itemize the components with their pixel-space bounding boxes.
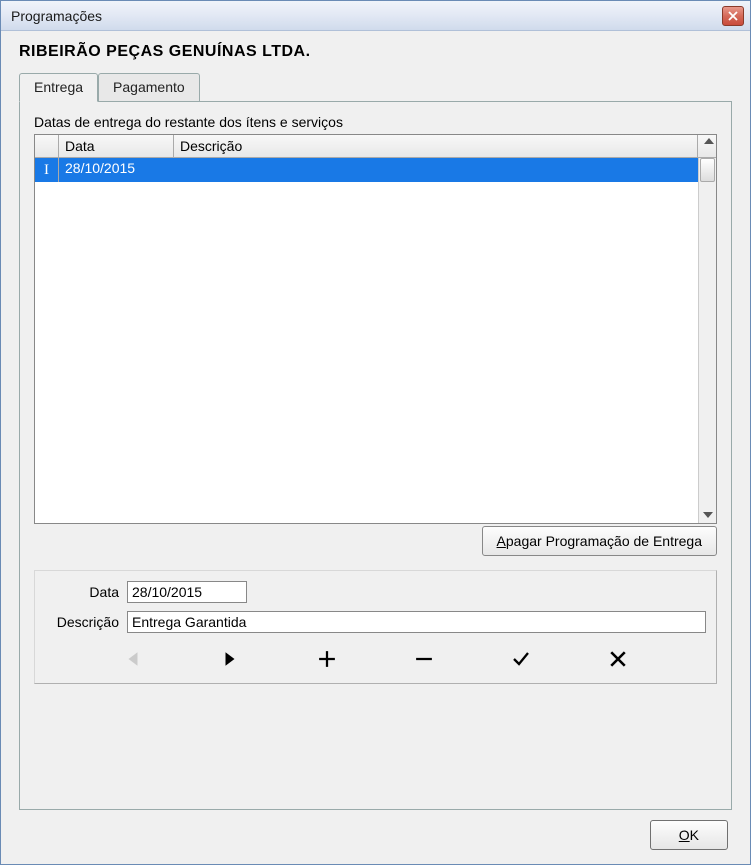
grid-header-selector <box>35 135 59 157</box>
chevron-down-icon <box>703 512 713 518</box>
footer-row: OK <box>19 810 732 850</box>
tab-panel-entrega: Datas de entrega do restante dos ítens e… <box>19 101 732 810</box>
button-label-rest: K <box>690 827 699 843</box>
data-input[interactable] <box>127 581 247 603</box>
grid-scroll-up[interactable] <box>698 135 716 157</box>
grid-vertical-scrollbar[interactable] <box>698 158 716 523</box>
close-icon <box>728 11 738 21</box>
triangle-left-icon <box>124 650 142 668</box>
minus-icon <box>415 650 433 668</box>
data-label: Data <box>45 584 127 600</box>
mnemonic-char: O <box>679 827 690 843</box>
client-area: RIBEIRÃO PEÇAS GENUÍNAS LTDA. Entrega Pa… <box>1 31 750 864</box>
table-row[interactable]: I 28/10/2015 <box>35 158 698 182</box>
close-button[interactable] <box>722 6 744 26</box>
button-label-rest: pagar Programação de Entrega <box>506 533 702 549</box>
tab-label: Pagamento <box>113 79 185 95</box>
clear-button-row: Apagar Programação de Entrega <box>34 526 717 556</box>
cell-descricao[interactable] <box>174 158 698 182</box>
edit-panel: Data Descrição <box>34 570 717 684</box>
window-title: Programações <box>7 8 722 24</box>
triangle-right-icon <box>221 650 239 668</box>
nav-prev-button <box>103 645 163 673</box>
tabs-bar: Entrega Pagamento <box>19 73 732 101</box>
tab-label: Entrega <box>34 79 83 95</box>
grid-rows: I 28/10/2015 <box>35 158 698 523</box>
cell-data[interactable]: 28/10/2015 <box>59 158 174 182</box>
row-indicator: I <box>35 158 59 182</box>
plus-icon <box>318 650 336 668</box>
grid-header: Data Descrição <box>35 135 716 158</box>
grid-section: Datas de entrega do restante dos ítens e… <box>34 114 717 556</box>
delivery-grid: Data Descrição I 28/10/2015 <box>34 134 717 524</box>
nav-next-button[interactable] <box>200 645 260 673</box>
ok-button[interactable]: OK <box>650 820 728 850</box>
descricao-label: Descrição <box>45 614 127 630</box>
tab-entrega[interactable]: Entrega <box>19 73 98 102</box>
titlebar: Programações <box>1 1 750 31</box>
form-row-data: Data <box>45 581 706 603</box>
window-root: Programações RIBEIRÃO PEÇAS GENUÍNAS LTD… <box>0 0 751 865</box>
grid-header-data[interactable]: Data <box>59 135 174 157</box>
nav-remove-button[interactable] <box>394 645 454 673</box>
descricao-input[interactable] <box>127 611 706 633</box>
grid-scroll-down[interactable] <box>699 507 716 523</box>
grid-header-descricao[interactable]: Descrição <box>174 135 698 157</box>
mnemonic-char: A <box>497 533 506 549</box>
x-icon <box>609 650 627 668</box>
record-nav-row <box>45 641 706 677</box>
check-icon <box>512 650 530 668</box>
form-row-descricao: Descrição <box>45 611 706 633</box>
tab-pagamento[interactable]: Pagamento <box>98 73 200 101</box>
nav-confirm-button[interactable] <box>491 645 551 673</box>
clear-schedule-button[interactable]: Apagar Programação de Entrega <box>482 526 717 556</box>
chevron-up-icon <box>704 138 714 144</box>
nav-cancel-button[interactable] <box>588 645 648 673</box>
nav-add-button[interactable] <box>297 645 357 673</box>
scrollbar-thumb[interactable] <box>700 158 715 182</box>
grid-body: I 28/10/2015 <box>35 158 716 523</box>
company-title: RIBEIRÃO PEÇAS GENUÍNAS LTDA. <box>19 43 732 61</box>
grid-caption: Datas de entrega do restante dos ítens e… <box>34 114 717 130</box>
